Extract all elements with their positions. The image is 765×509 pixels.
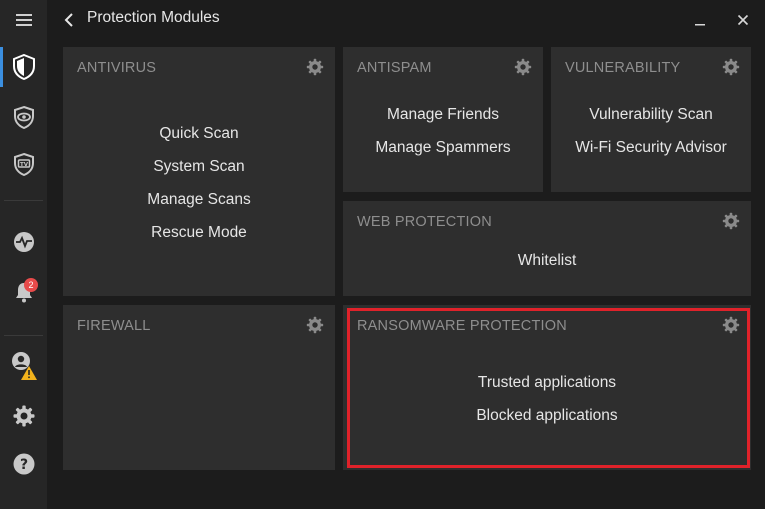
shield-icon bbox=[12, 54, 35, 80]
sidebar-item-account[interactable] bbox=[0, 346, 47, 386]
sidebar-item-help[interactable]: ? bbox=[0, 444, 47, 484]
vulnerability-scan-link[interactable]: Vulnerability Scan bbox=[589, 98, 713, 131]
module-links: Manage Friends Manage Spammers bbox=[343, 98, 543, 164]
svg-text:?: ? bbox=[19, 457, 27, 473]
sidebar-item-protection[interactable] bbox=[0, 47, 47, 87]
sidebar-item-privacy[interactable] bbox=[0, 97, 47, 137]
sidebar-item-activity[interactable] bbox=[0, 222, 47, 262]
user-warning-icon bbox=[11, 352, 37, 380]
module-vulnerability: VULNERABILITY Vulnerability Scan Wi-Fi S… bbox=[551, 47, 751, 192]
module-web-protection: WEB PROTECTION Whitelist bbox=[343, 201, 751, 296]
sidebar-item-settings[interactable] bbox=[0, 396, 47, 436]
chevron-left-icon bbox=[64, 13, 73, 27]
close-button[interactable] bbox=[735, 12, 751, 28]
gear-icon[interactable] bbox=[722, 58, 740, 76]
module-title: WEB PROTECTION bbox=[357, 214, 492, 230]
close-icon bbox=[737, 14, 749, 26]
module-title: ANTISPAM bbox=[357, 60, 432, 76]
title-bar: Protection Modules bbox=[47, 0, 765, 40]
trusted-applications-link[interactable]: Trusted applications bbox=[478, 366, 616, 399]
module-links: Trusted applications Blocked application… bbox=[343, 366, 751, 432]
module-antispam: ANTISPAM Manage Friends Manage Spammers bbox=[343, 47, 543, 192]
sidebar-item-utilities[interactable]: TV bbox=[0, 144, 47, 184]
rescue-mode-link[interactable]: Rescue Mode bbox=[151, 216, 247, 249]
tv-shield-icon: TV bbox=[13, 152, 34, 176]
manage-scans-link[interactable]: Manage Scans bbox=[147, 183, 250, 216]
gear-icon[interactable] bbox=[306, 316, 324, 334]
module-links: Quick Scan System Scan Manage Scans Resc… bbox=[63, 117, 335, 249]
manage-spammers-link[interactable]: Manage Spammers bbox=[375, 131, 510, 164]
module-antivirus: ANTIVIRUS Quick Scan System Scan Manage … bbox=[63, 47, 335, 296]
system-scan-link[interactable]: System Scan bbox=[153, 150, 244, 183]
manage-friends-link[interactable]: Manage Friends bbox=[387, 98, 499, 131]
minimize-button[interactable] bbox=[692, 12, 708, 28]
module-links: Whitelist bbox=[343, 244, 751, 277]
module-title: ANTIVIRUS bbox=[77, 60, 157, 76]
help-icon: ? bbox=[13, 453, 34, 475]
module-title: VULNERABILITY bbox=[565, 60, 681, 76]
gear-icon[interactable] bbox=[306, 58, 324, 76]
menu-icon bbox=[15, 14, 32, 26]
whitelist-link[interactable]: Whitelist bbox=[518, 244, 577, 277]
sidebar-item-notifications[interactable]: 2 bbox=[0, 272, 47, 312]
module-ransomware-protection: RANSOMWARE PROTECTION Trusted applicatio… bbox=[343, 305, 751, 470]
module-firewall: FIREWALL bbox=[63, 305, 335, 470]
sidebar-divider bbox=[4, 335, 43, 336]
notification-badge: 2 bbox=[24, 278, 38, 292]
sidebar-divider bbox=[4, 200, 43, 201]
wifi-security-advisor-link[interactable]: Wi-Fi Security Advisor bbox=[575, 131, 727, 164]
activity-icon bbox=[13, 232, 34, 252]
gear-icon[interactable] bbox=[722, 212, 740, 230]
back-button[interactable] bbox=[61, 10, 77, 30]
menu-button[interactable] bbox=[0, 0, 47, 40]
sidebar: TV 2 ? bbox=[0, 0, 47, 509]
gear-icon[interactable] bbox=[722, 316, 740, 334]
gear-icon[interactable] bbox=[514, 58, 532, 76]
module-title: RANSOMWARE PROTECTION bbox=[357, 318, 567, 334]
gear-icon bbox=[13, 405, 34, 427]
eye-icon bbox=[13, 105, 34, 129]
quick-scan-link[interactable]: Quick Scan bbox=[159, 117, 238, 150]
blocked-applications-link[interactable]: Blocked applications bbox=[476, 399, 617, 432]
page-title: Protection Modules bbox=[87, 9, 220, 26]
module-title: FIREWALL bbox=[77, 318, 151, 334]
minimize-icon bbox=[695, 24, 705, 26]
module-links: Vulnerability Scan Wi-Fi Security Adviso… bbox=[551, 98, 751, 164]
svg-text:TV: TV bbox=[19, 162, 28, 168]
